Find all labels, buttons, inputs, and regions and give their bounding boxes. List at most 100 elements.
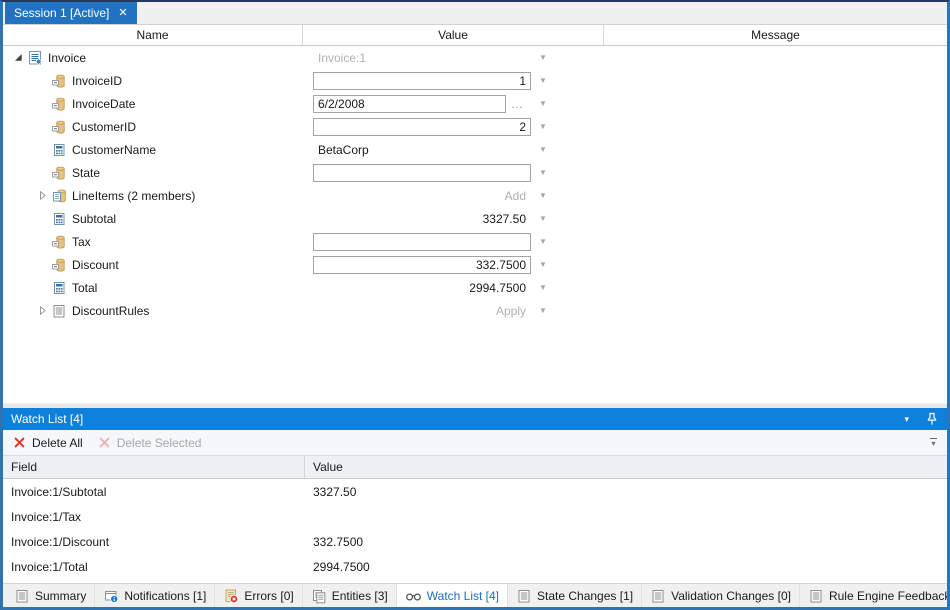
value-slot: [313, 256, 531, 274]
validation-changes-icon: [650, 588, 666, 604]
tab-summary[interactable]: Summary: [6, 584, 95, 607]
delete-all-x-icon: [13, 436, 26, 449]
value-input[interactable]: [313, 95, 506, 113]
invoice-icon: [27, 50, 43, 66]
watch-column-header-field[interactable]: Field: [3, 456, 305, 478]
tree-row[interactable]: InvoiceID▼: [3, 69, 947, 92]
dropdown-icon[interactable]: ▼: [538, 123, 548, 131]
tree-row[interactable]: Tax▼: [3, 230, 947, 253]
dropdown-icon[interactable]: ▼: [538, 192, 548, 200]
watch-row[interactable]: Invoice:1/Discount332.7500: [3, 529, 947, 554]
expander-spacer: [34, 165, 51, 181]
notifications-icon: [103, 588, 119, 604]
toolbar-overflow-icon[interactable]: ▾: [930, 438, 937, 448]
watch-row[interactable]: Invoice:1/Subtotal3327.50: [3, 479, 947, 504]
expander-spacer: [34, 211, 51, 227]
tree-row[interactable]: LineItems (2 members)Add▼: [3, 184, 947, 207]
tab-notifications-1[interactable]: Notifications [1]: [95, 584, 215, 607]
value-slot: [313, 233, 531, 251]
dropdown-icon[interactable]: ▼: [538, 215, 548, 223]
value-action-link[interactable]: Apply: [313, 304, 531, 318]
tree-row[interactable]: DiscountRules Apply ▼: [3, 299, 947, 322]
expander-spacer: [34, 73, 51, 89]
column-header-name[interactable]: Name: [3, 25, 302, 45]
tab-state-changes-1[interactable]: State Changes [1]: [508, 584, 642, 607]
dropdown-icon[interactable]: ▼: [538, 77, 548, 85]
watch-row[interactable]: Invoice:1/Tax: [3, 504, 947, 529]
value-input[interactable]: [313, 256, 531, 274]
watch-toolbar: Delete All Delete Selected ▾: [3, 430, 947, 456]
watch-field: Invoice:1/Discount: [3, 535, 305, 549]
panel-menu-chevron-icon[interactable]: ▾: [904, 415, 909, 424]
tree-row[interactable]: CustomerID▼: [3, 115, 947, 138]
delete-all-button[interactable]: Delete All: [13, 436, 83, 450]
tab-label: State Changes [1]: [537, 589, 633, 603]
column-header-value[interactable]: Value: [302, 25, 603, 45]
row-label: Invoice: [48, 51, 86, 65]
name-cell: Subtotal: [3, 211, 302, 227]
delete-selected-x-icon: [98, 436, 111, 449]
watch-row[interactable]: Invoice:1/Total2994.7500: [3, 554, 947, 579]
expander-spacer: [34, 257, 51, 273]
value-input[interactable]: [313, 72, 531, 90]
tab-session-1[interactable]: Session 1 [Active] ✕: [5, 2, 137, 24]
dropdown-icon[interactable]: ▼: [538, 54, 548, 62]
tree-row[interactable]: Total2994.7500▼: [3, 276, 947, 299]
expander-collapsed-icon[interactable]: [34, 303, 51, 319]
expander-spacer: [34, 142, 51, 158]
watch-column-header-value[interactable]: Value: [305, 456, 947, 478]
tab-entities-3[interactable]: Entities [3]: [303, 584, 397, 607]
dropdown-icon[interactable]: ▼: [538, 146, 548, 154]
calc-icon: [51, 211, 67, 227]
expander-collapsed-icon[interactable]: [34, 188, 51, 204]
name-cell: DiscountRules: [3, 303, 302, 319]
pin-icon[interactable]: [925, 412, 939, 426]
value-cell: ▼: [302, 164, 603, 182]
tree-row[interactable]: State ▼: [3, 161, 947, 184]
tree-row[interactable]: InvoiceDate…▼: [3, 92, 947, 115]
field-icon: [51, 119, 67, 135]
value-input[interactable]: [313, 164, 531, 182]
tree-row[interactable]: Subtotal 3327.50 ▼: [3, 207, 947, 230]
name-cell: Discount: [3, 257, 302, 273]
row-label: Discount: [72, 258, 119, 272]
watch-list-icon: [405, 588, 422, 604]
tab-label: Errors [0]: [244, 589, 293, 603]
tab-watch-list-4[interactable]: Watch List [4]: [397, 584, 508, 607]
value-action-link[interactable]: Add: [313, 189, 531, 203]
dropdown-icon[interactable]: ▼: [538, 169, 548, 177]
rule-feedback-icon: [808, 588, 824, 604]
close-icon[interactable]: ✕: [118, 8, 127, 19]
value-slot: Apply: [313, 304, 531, 318]
session-tab-label: Session 1 [Active]: [14, 6, 109, 20]
delete-selected-button[interactable]: Delete Selected: [98, 436, 202, 450]
watch-panel-title: Watch List [4]: [11, 412, 904, 426]
tree-row[interactable]: InvoiceInvoice:1▼: [3, 46, 947, 69]
value-cell: ▼: [302, 118, 603, 136]
tab-rule-engine-feedback-9[interactable]: Rule Engine Feedback [9]: [800, 584, 950, 607]
dropdown-icon[interactable]: ▼: [538, 284, 548, 292]
tree-row[interactable]: Discount ▼: [3, 253, 947, 276]
ellipsis-button[interactable]: …: [511, 98, 524, 110]
dropdown-icon[interactable]: ▼: [538, 307, 548, 315]
calc-icon: [51, 280, 67, 296]
tab-errors-0[interactable]: Errors [0]: [215, 584, 302, 607]
column-header-message[interactable]: Message: [603, 25, 947, 45]
watch-list: Invoice:1/Subtotal3327.50 Invoice:1/Tax In…: [3, 479, 947, 579]
watch-field: Invoice:1/Tax: [3, 510, 305, 524]
value-slot: 3327.50: [313, 212, 531, 226]
dropdown-icon[interactable]: ▼: [538, 261, 548, 269]
dropdown-icon[interactable]: ▼: [538, 100, 548, 108]
value-cell: Add ▼: [302, 189, 603, 203]
dropdown-icon[interactable]: ▼: [538, 238, 548, 246]
value-cell: BetaCorp▼: [302, 143, 603, 157]
value-input[interactable]: [313, 233, 531, 251]
tree-row[interactable]: CustomerName BetaCorp▼: [3, 138, 947, 161]
row-label: CustomerName: [72, 143, 156, 157]
value-slot: Add: [313, 189, 531, 203]
value-cell: ▼: [302, 256, 603, 274]
tab-validation-changes-0[interactable]: Validation Changes [0]: [642, 584, 800, 607]
value-input[interactable]: [313, 118, 531, 136]
expander-expanded-icon[interactable]: [10, 50, 27, 66]
name-cell: State: [3, 165, 302, 181]
